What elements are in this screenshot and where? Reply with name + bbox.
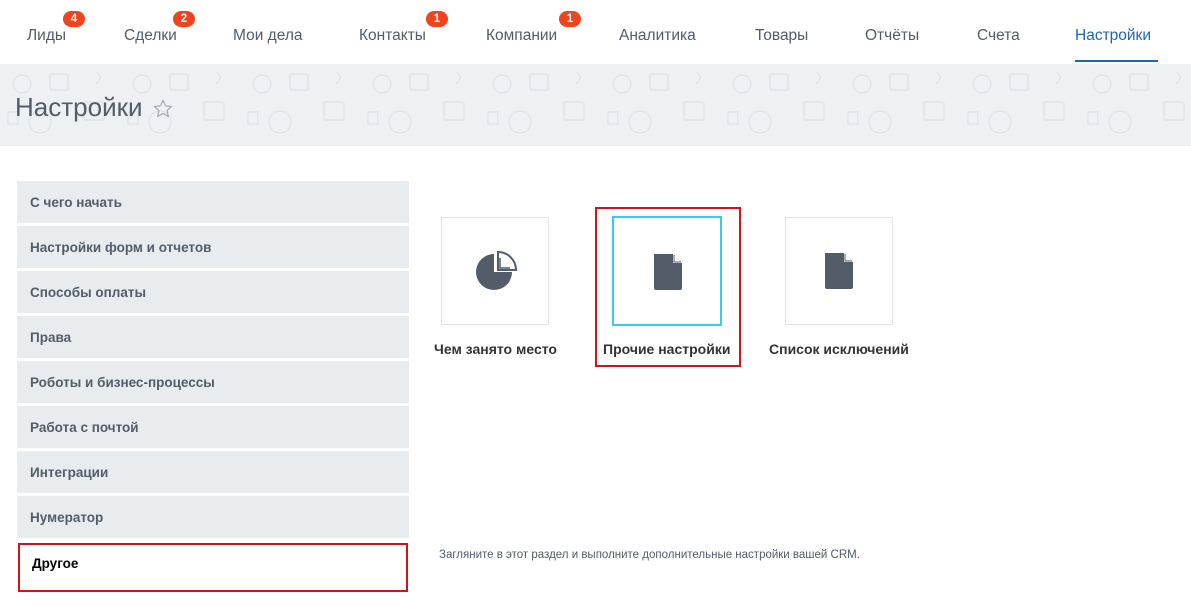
sidebar-item-label: С чего начать <box>30 195 122 210</box>
tile-label-exclusion-list[interactable]: Список исключений <box>769 341 909 357</box>
nav-item-reports[interactable]: Отчёты <box>865 0 925 64</box>
sidebar-item-integrations[interactable]: Интеграции <box>17 451 409 493</box>
tile-label-disk-usage[interactable]: Чем занято место <box>434 341 557 357</box>
nav-badge: 4 <box>63 11 85 27</box>
tile-exclusion-list[interactable] <box>785 217 893 325</box>
nav-label: Мои дела <box>233 27 303 44</box>
star-outline-icon[interactable] <box>152 98 174 120</box>
sidebar-item-other[interactable]: Другое <box>18 543 408 592</box>
sidebar-item-label: Интеграции <box>30 465 109 480</box>
page-title: Настройки <box>15 92 143 122</box>
tile-other-settings[interactable] <box>612 216 722 326</box>
nav-item-leads[interactable]: Лиды 4 <box>27 0 85 64</box>
sidebar-item-numerator[interactable]: Нумератор <box>17 496 409 538</box>
nav-badge: 1 <box>559 11 581 27</box>
nav-badge: 1 <box>426 11 448 27</box>
sidebar-item-permissions[interactable]: Права <box>17 316 409 358</box>
top-navigation: Лиды 4 Сделки 2 Мои дела Контакты 1 Комп… <box>0 0 1191 64</box>
page-header-band <box>0 64 1191 146</box>
nav-label: Аналитика <box>619 27 696 44</box>
sidebar-item-robots-processes[interactable]: Роботы и бизнес-процессы <box>17 361 409 403</box>
nav-label: Настройки <box>1075 27 1152 44</box>
nav-label: Компании <box>486 27 558 44</box>
active-tab-underline <box>1075 60 1158 62</box>
nav-label: Счета <box>977 27 1020 44</box>
sidebar-item-label: Другое <box>32 556 79 571</box>
nav-label: Товары <box>755 27 809 44</box>
tile-label-other-settings[interactable]: Прочие настройки <box>603 341 730 357</box>
sidebar-item-label: Нумератор <box>30 510 104 525</box>
tile-disk-usage[interactable] <box>441 217 549 325</box>
sidebar-item-payment-methods[interactable]: Способы оплаты <box>17 271 409 313</box>
nav-label: Контакты <box>359 27 426 44</box>
nav-label: Лиды <box>27 27 67 44</box>
nav-badge: 2 <box>173 11 195 27</box>
nav-item-deals[interactable]: Сделки 2 <box>124 0 195 64</box>
sidebar-item-label: Способы оплаты <box>30 285 146 300</box>
section-description: Загляните в этот раздел и выполните допо… <box>439 549 860 561</box>
decorative-pattern <box>0 64 1191 146</box>
nav-label: Сделки <box>124 27 177 44</box>
sidebar-item-label: Работа с почтой <box>30 420 139 435</box>
nav-item-settings[interactable]: Настройки <box>1075 0 1158 64</box>
nav-item-analytics[interactable]: Аналитика <box>619 0 703 64</box>
nav-label: Отчёты <box>865 27 920 44</box>
sidebar-item-getting-started[interactable]: С чего начать <box>17 181 409 223</box>
sidebar-item-label: Права <box>30 330 72 345</box>
nav-item-invoices[interactable]: Счета <box>977 0 1022 64</box>
sidebar-item-mail[interactable]: Работа с почтой <box>17 406 409 448</box>
nav-item-companies[interactable]: Компании 1 <box>486 0 581 64</box>
sidebar-item-forms-reports[interactable]: Настройки форм и отчетов <box>17 226 409 268</box>
nav-item-my-tasks[interactable]: Мои дела <box>233 0 307 64</box>
nav-item-contacts[interactable]: Контакты 1 <box>359 0 448 64</box>
sidebar-item-label: Роботы и бизнес-процессы <box>30 375 215 390</box>
sidebar-item-label: Настройки форм и отчетов <box>30 240 212 255</box>
nav-item-products[interactable]: Товары <box>755 0 813 64</box>
document-icon <box>654 254 682 290</box>
document-icon <box>825 253 853 289</box>
pie-chart-icon <box>476 250 518 290</box>
